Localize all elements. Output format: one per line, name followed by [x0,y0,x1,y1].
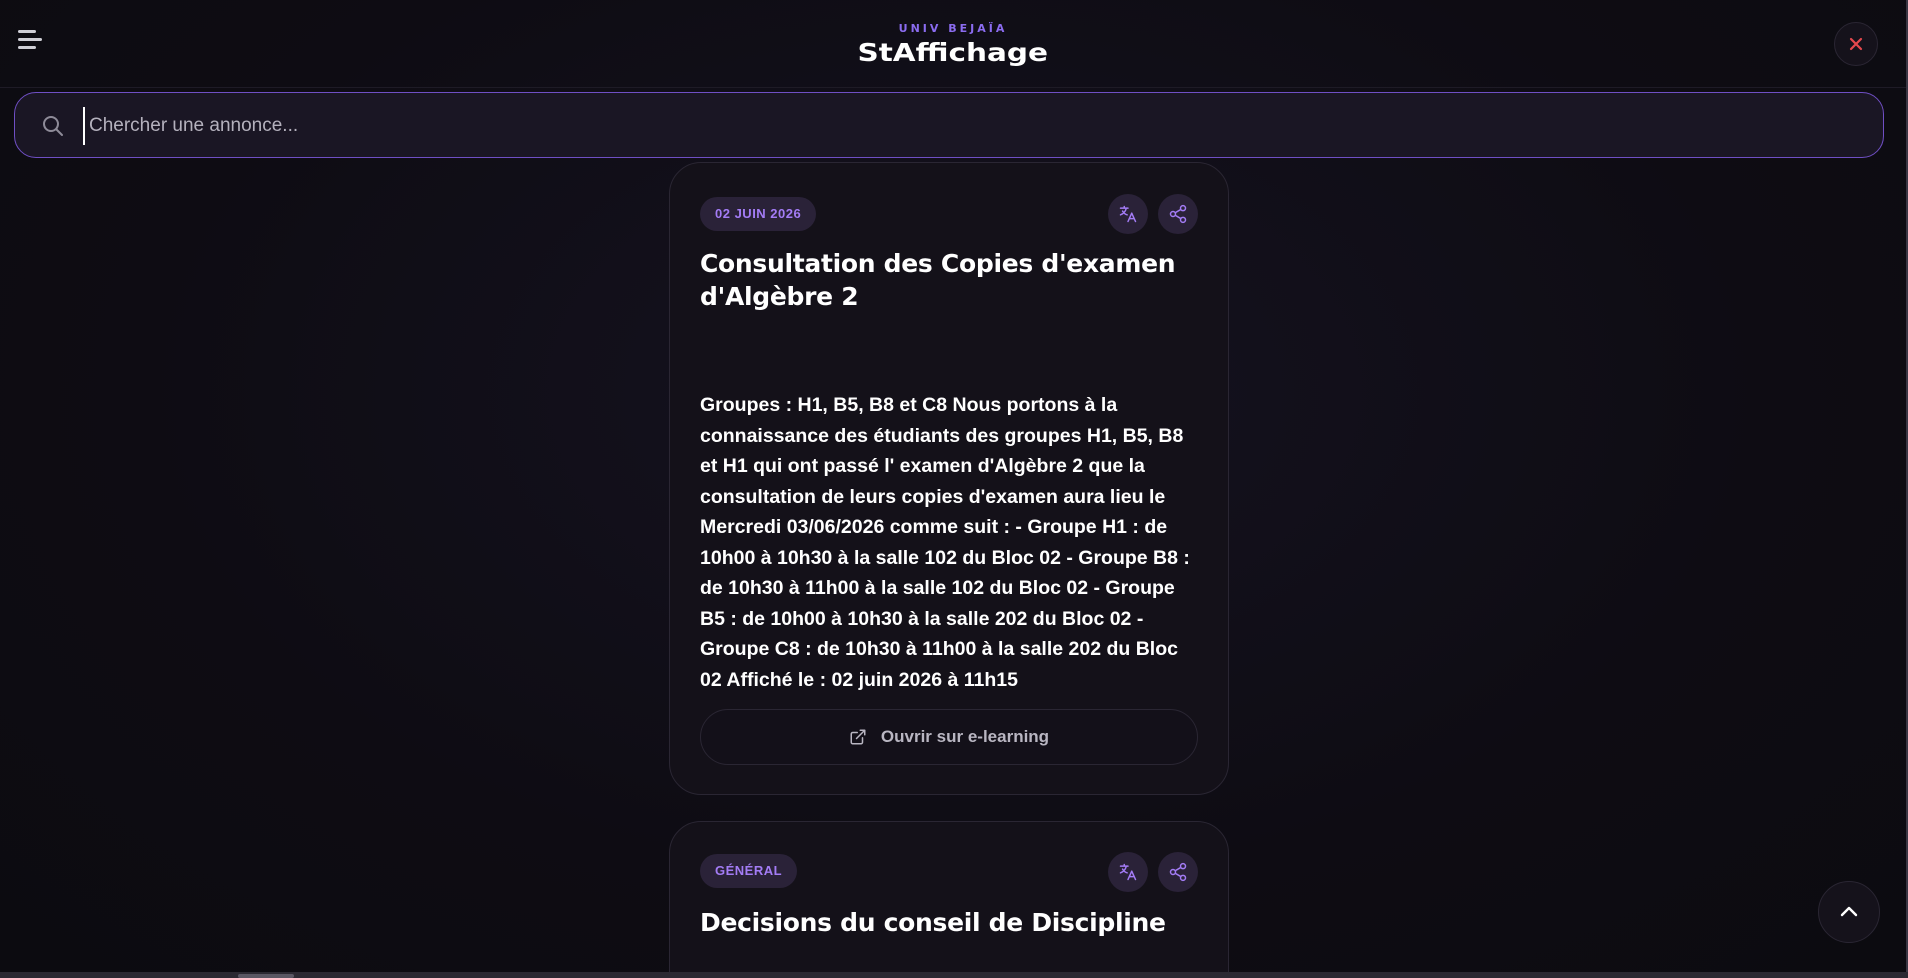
translate-button[interactable] [1108,852,1148,892]
share-icon [1169,862,1187,882]
announcement-card: 02 JUIN 2026 Consultation des Copies d'e… [669,162,1229,795]
app-page: UNIV BEJAÏA StAffichage 02 JUIN 2026 [0,0,1908,978]
announcement-card: GÉNÉRAL Decisions du conseil de Discipli… [669,821,1229,978]
search-input[interactable] [83,107,1863,145]
top-header: UNIV BEJAÏA StAffichage [0,0,1906,88]
date-badge: 02 JUIN 2026 [700,197,817,231]
chevron-up-icon [1840,906,1858,917]
close-button[interactable] [1834,22,1878,66]
translate-button[interactable] [1108,194,1148,234]
brand-subtitle: UNIV BEJAÏA [898,22,1008,35]
external-link-icon [850,729,866,745]
announcement-body: Groupes : H1, B5, B8 et C8 Nous portons … [700,394,1190,691]
horizontal-scrollbar-thumb[interactable] [238,974,294,978]
share-button[interactable] [1158,852,1198,892]
search-bar [14,92,1884,158]
close-icon [1849,37,1863,51]
scroll-top-button[interactable] [1818,881,1880,943]
search-icon [43,116,63,136]
announcement-title: Decisions du conseil de Discipline [700,908,1166,937]
brand: UNIV BEJAÏA StAffichage [0,20,1906,68]
announcement-title: Consultation des Copies d'examen d'Algèb… [700,249,1176,311]
brand-title: StAffichage [857,38,1049,67]
translate-icon [1119,205,1137,223]
translate-icon [1119,863,1137,881]
category-badge: GÉNÉRAL [700,854,798,888]
share-icon [1169,204,1187,224]
share-button[interactable] [1158,194,1198,234]
open-elearning-label: Ouvrir sur e-learning [880,727,1050,746]
open-elearning-button[interactable]: Ouvrir sur e-learning [700,709,1198,765]
